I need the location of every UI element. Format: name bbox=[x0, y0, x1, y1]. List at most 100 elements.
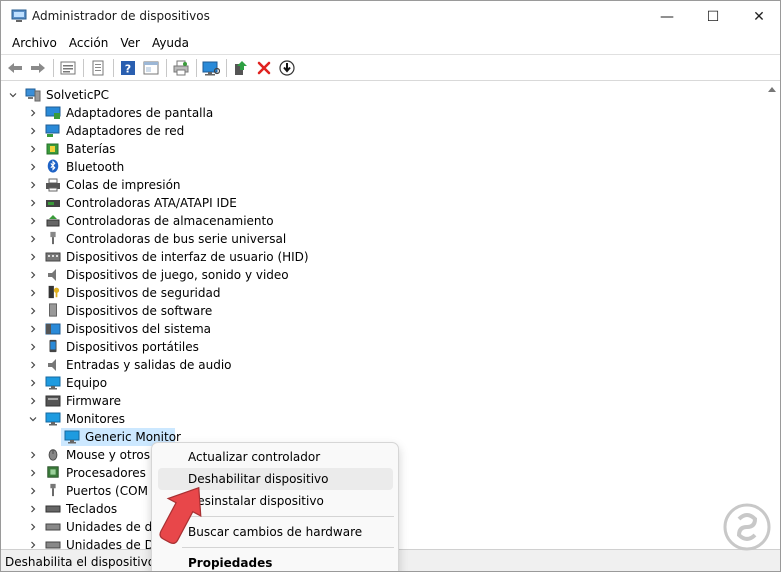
tree-item-baterias[interactable]: Baterías bbox=[1, 140, 741, 158]
chevron-down-icon[interactable] bbox=[7, 89, 19, 101]
chevron-right-icon[interactable] bbox=[27, 323, 39, 335]
tree-item-label: Puertos (COM y bbox=[66, 484, 159, 498]
uninstall-button[interactable] bbox=[254, 58, 274, 78]
device-view-button[interactable] bbox=[58, 58, 78, 78]
chevron-right-icon[interactable] bbox=[27, 233, 39, 245]
menu-archivo[interactable]: Archivo bbox=[6, 32, 63, 54]
device-manager-app-icon bbox=[11, 9, 27, 22]
chevron-right-icon[interactable] bbox=[27, 377, 39, 389]
tree-item-adaptadores-red[interactable]: Adaptadores de red bbox=[1, 122, 741, 140]
chevron-right-icon[interactable] bbox=[27, 341, 39, 353]
chevron-down-icon[interactable] bbox=[27, 413, 39, 425]
tree-item-hid[interactable]: Dispositivos de interfaz de usuario (HID… bbox=[1, 248, 741, 266]
tree-item-juego-sonido-video[interactable]: Dispositivos de juego, sonido y video bbox=[1, 266, 741, 284]
printer-icon bbox=[173, 60, 189, 75]
chevron-right-icon[interactable] bbox=[27, 215, 39, 227]
chevron-right-icon[interactable] bbox=[27, 287, 39, 299]
enable-device-button[interactable] bbox=[277, 58, 297, 78]
display-adapter-icon bbox=[45, 106, 61, 119]
tree-item-colas-impresion[interactable]: Colas de impresión bbox=[1, 176, 741, 194]
tree-item-label: Adaptadores de pantalla bbox=[66, 106, 214, 120]
scan-hardware-button[interactable] bbox=[201, 58, 221, 78]
download-circle-icon bbox=[279, 59, 295, 76]
mouse-icon bbox=[48, 449, 58, 461]
tree-item-adaptadores-pantalla[interactable]: Adaptadores de pantalla bbox=[1, 104, 741, 122]
chevron-right-icon[interactable] bbox=[27, 161, 39, 173]
toolbar-separator bbox=[83, 58, 84, 77]
minimize-button[interactable]: — bbox=[644, 1, 690, 32]
tree-item-label: Dispositivos de seguridad bbox=[66, 286, 221, 300]
menu-ayuda[interactable]: Ayuda bbox=[146, 32, 195, 54]
view-hidden-button[interactable] bbox=[141, 58, 161, 78]
speaker-icon bbox=[48, 359, 56, 371]
chevron-right-icon[interactable] bbox=[27, 485, 39, 497]
tree-item-label: Dispositivos portátiles bbox=[66, 340, 199, 354]
tree-item-equipo[interactable]: Equipo bbox=[1, 374, 741, 392]
properties-button[interactable] bbox=[88, 58, 108, 78]
chevron-right-icon[interactable] bbox=[27, 467, 39, 479]
tree-root-label: SolveticPC bbox=[46, 88, 110, 102]
scroll-up-icon[interactable] bbox=[768, 87, 776, 92]
forward-button[interactable] bbox=[28, 58, 48, 78]
monitor-scan-icon bbox=[202, 61, 220, 75]
update-driver-button[interactable] bbox=[231, 58, 251, 78]
firmware-icon bbox=[45, 395, 61, 407]
tree-item-sistema[interactable]: Dispositivos del sistema bbox=[1, 320, 741, 338]
keyboard-icon bbox=[45, 505, 61, 513]
chevron-right-icon[interactable] bbox=[27, 125, 39, 137]
tree-item-label: Mouse y otros d bbox=[66, 448, 162, 462]
tree-item-bluetooth[interactable]: Bluetooth bbox=[1, 158, 741, 176]
computer-icon bbox=[25, 88, 41, 102]
help-icon: ? bbox=[121, 60, 135, 75]
chevron-right-icon[interactable] bbox=[27, 269, 39, 281]
watermark-logo-icon bbox=[723, 503, 771, 551]
device-manager-window: Administrador de dispositivos — ☐ ✕ Arch… bbox=[0, 0, 781, 572]
svg-text:?: ? bbox=[125, 62, 131, 75]
chevron-right-icon[interactable] bbox=[27, 197, 39, 209]
tree-item-label: Dispositivos de software bbox=[66, 304, 213, 318]
red-arrow-icon bbox=[159, 486, 202, 544]
back-button[interactable] bbox=[5, 58, 25, 78]
chevron-right-icon[interactable] bbox=[27, 521, 39, 533]
menu-bar: Archivo Acción Ver Ayuda bbox=[1, 32, 780, 54]
chevron-right-icon[interactable] bbox=[27, 107, 39, 119]
chevron-right-icon[interactable] bbox=[27, 503, 39, 515]
tree-item-label: Bluetooth bbox=[66, 160, 125, 174]
chevron-right-icon[interactable] bbox=[27, 179, 39, 191]
tree-item-controladoras-usb[interactable]: Controladoras de bus serie universal bbox=[1, 230, 741, 248]
menu-item-properties[interactable]: Propiedades bbox=[158, 552, 393, 571]
menu-accion[interactable]: Acción bbox=[63, 32, 114, 54]
ide-controller-icon bbox=[46, 200, 60, 207]
menu-item-update-driver[interactable]: Actualizar controlador bbox=[158, 446, 393, 468]
usb-icon bbox=[50, 231, 56, 245]
arrow-left-icon bbox=[8, 62, 22, 73]
arrow-right-icon bbox=[31, 62, 45, 73]
tree-item-monitores[interactable]: Monitores bbox=[1, 410, 741, 428]
tree-root-row[interactable]: SolveticPC bbox=[1, 86, 741, 104]
print-button[interactable] bbox=[171, 58, 191, 78]
tree-item-label: Teclados bbox=[66, 502, 118, 516]
tree-item-label: Monitores bbox=[66, 412, 125, 426]
vertical-scrollbar[interactable] bbox=[765, 81, 780, 549]
chevron-right-icon[interactable] bbox=[27, 449, 39, 461]
tree-item-audio-io[interactable]: Entradas y salidas de audio bbox=[1, 356, 741, 374]
help-button[interactable]: ? bbox=[118, 58, 138, 78]
chevron-right-icon[interactable] bbox=[27, 539, 39, 549]
tree-item-controladoras-almacenamiento[interactable]: Controladoras de almacenamiento bbox=[1, 212, 741, 230]
chevron-right-icon[interactable] bbox=[27, 395, 39, 407]
menu-ver[interactable]: Ver bbox=[114, 32, 146, 54]
menu-separator bbox=[182, 547, 394, 548]
close-button[interactable]: ✕ bbox=[736, 1, 780, 32]
chevron-right-icon[interactable] bbox=[27, 143, 39, 155]
tree-item-portatiles[interactable]: Dispositivos portátiles bbox=[1, 338, 741, 356]
portable-device-icon bbox=[49, 339, 57, 353]
tree-item-seguridad[interactable]: Dispositivos de seguridad bbox=[1, 284, 741, 302]
tree-item-label: Equipo bbox=[66, 376, 108, 390]
maximize-button[interactable]: ☐ bbox=[690, 1, 736, 32]
chevron-right-icon[interactable] bbox=[27, 359, 39, 371]
chevron-right-icon[interactable] bbox=[27, 305, 39, 317]
tree-item-firmware[interactable]: Firmware bbox=[1, 392, 741, 410]
tree-item-controladoras-ata[interactable]: Controladoras ATA/ATAPI IDE bbox=[1, 194, 741, 212]
chevron-right-icon[interactable] bbox=[27, 251, 39, 263]
tree-item-software[interactable]: Dispositivos de software bbox=[1, 302, 741, 320]
